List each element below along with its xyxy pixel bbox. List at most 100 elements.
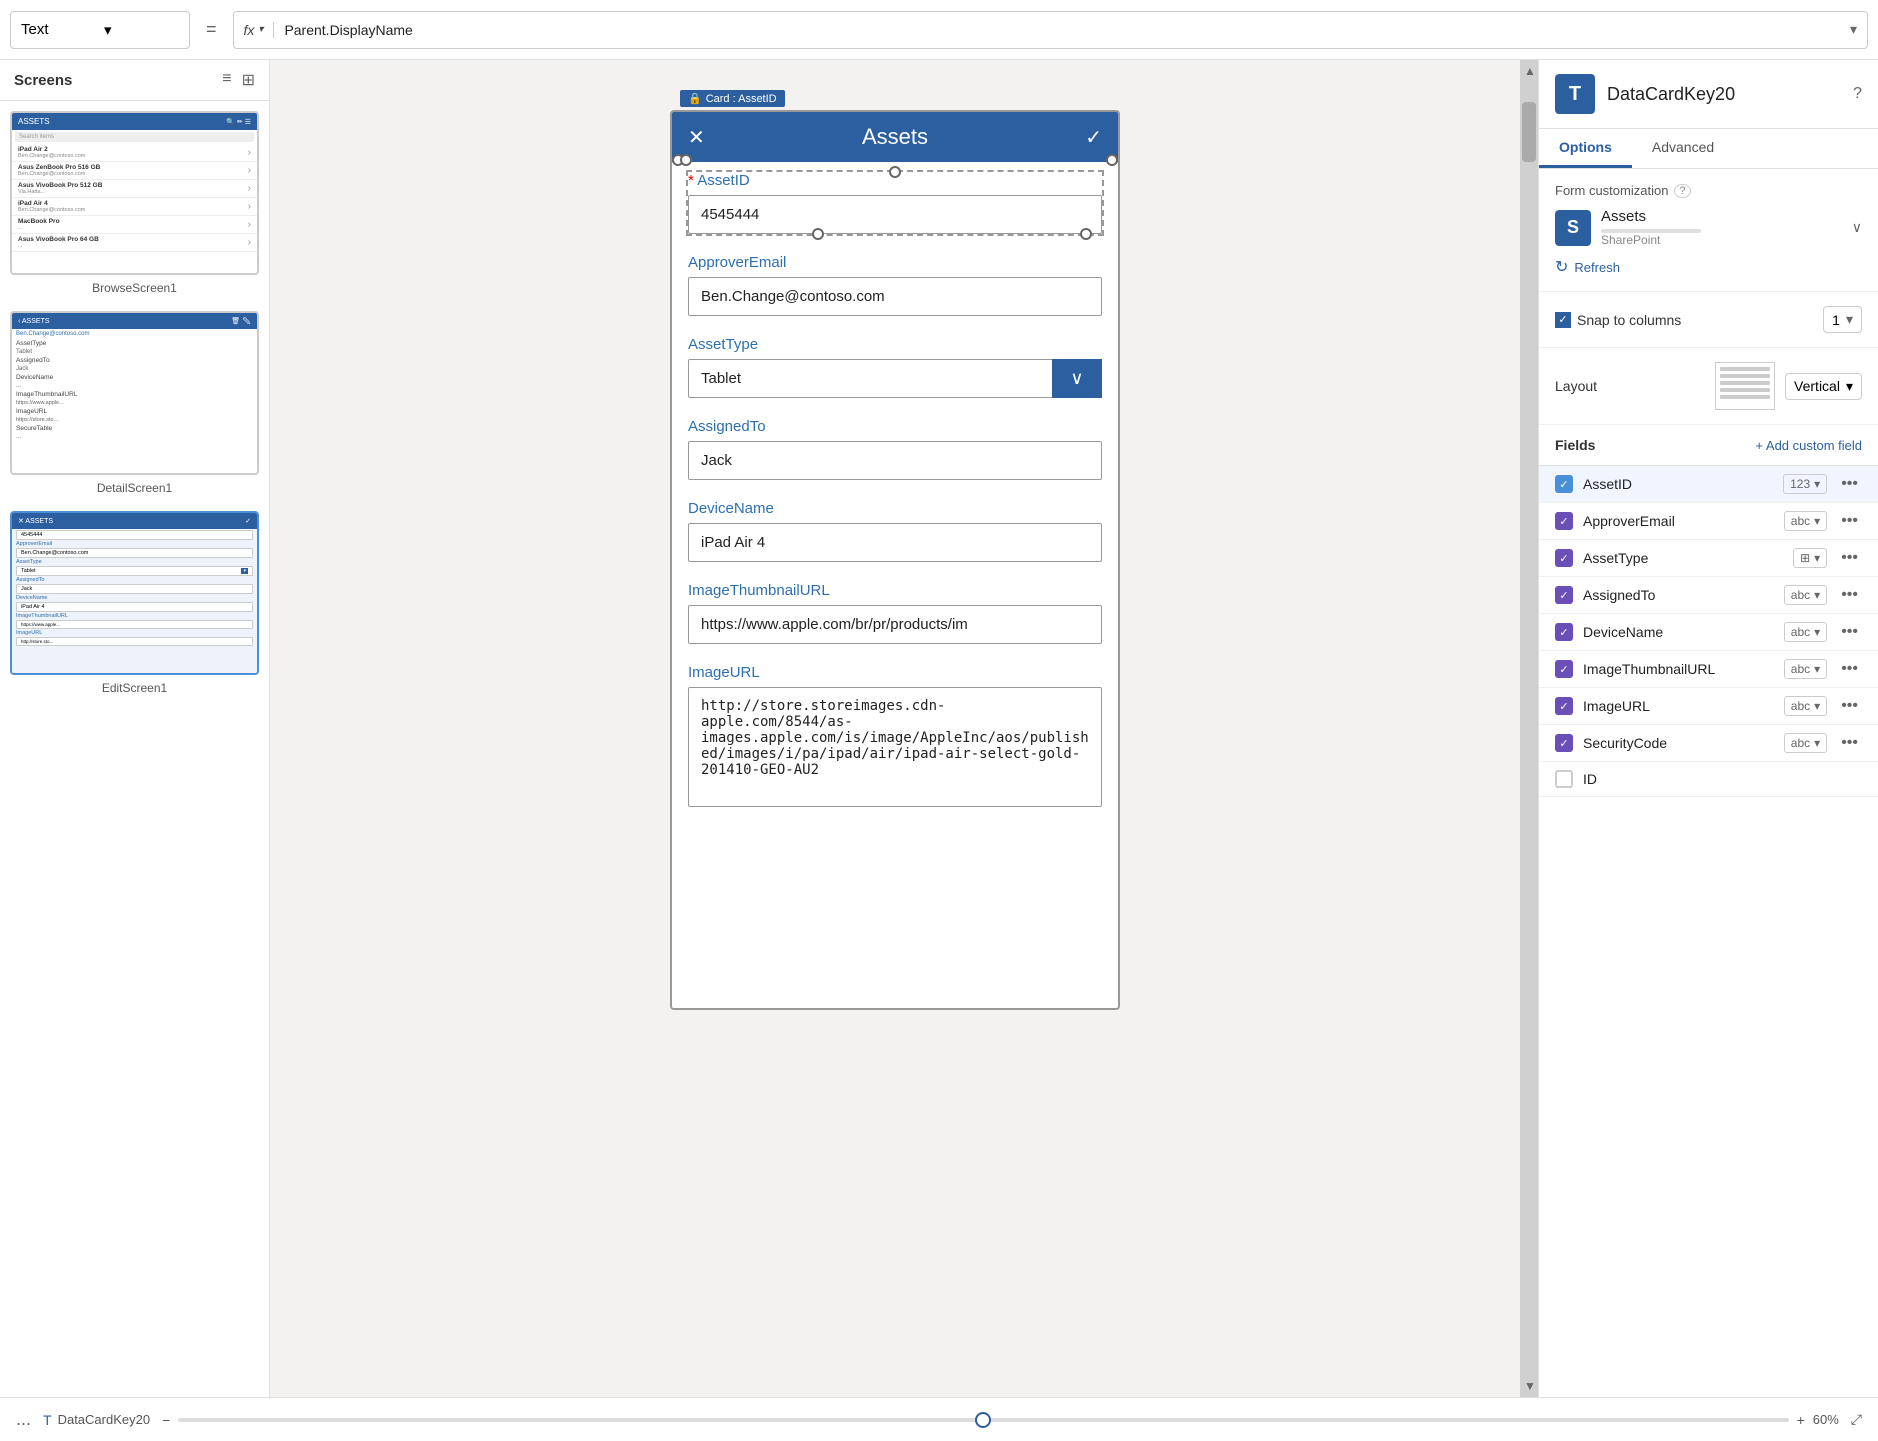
field-group-imagethumbnailurl: ImageThumbnailURL [688,582,1102,644]
form-customization-section: Form customization ? S Assets SharePoint… [1539,169,1878,292]
fields-header: Fields + Add custom field [1539,425,1878,466]
securitycode-field-type[interactable]: abc ▾ [1784,733,1827,753]
layout-line-3 [1720,381,1770,385]
field-row-approveremail[interactable]: ✓ ApproverEmail abc ▾ ••• [1539,503,1878,540]
field-row-id[interactable]: ID [1539,762,1878,797]
assettype-more-btn[interactable]: ••• [1837,549,1862,567]
tab-advanced[interactable]: Advanced [1632,129,1734,168]
detail-screen-preview[interactable]: ‹ ASSETS 🗑 ✏ Ben.Change@contoso.com Asse… [10,311,259,475]
assettype-check[interactable]: ✓ [1555,549,1573,567]
imageurl-check[interactable]: ✓ [1555,697,1573,715]
imageurl-type-arrow: ▾ [1814,699,1820,713]
field-row-imagethumbnailurl[interactable]: ✓ ImageThumbnailURL abc ▾ ••• [1539,651,1878,688]
formula-expand-arrow[interactable]: ▾ [1840,21,1867,38]
field-group-assignedto: AssignedTo [688,418,1102,480]
assettype-select[interactable]: Tablet [688,359,1102,398]
assetid-type-arrow: ▾ [1814,477,1820,491]
refresh-btn[interactable]: ↻ Refresh [1555,257,1862,277]
edit-screen-preview[interactable]: ✕ ASSETS ✓ 4545444 ApproverEmail Ben.Cha… [10,511,259,675]
layout-select[interactable]: Vertical ▾ [1785,373,1862,400]
phone-frame: ✕ Assets ✓ [670,110,1120,1010]
imageurl-textarea[interactable]: http://store.storeimages.cdn-apple.com/8… [688,687,1102,807]
devicename-input[interactable] [688,523,1102,562]
imagethumbnailurl-input[interactable] [688,605,1102,644]
vscroll-down-btn[interactable]: ▼ [1520,1375,1538,1397]
field-row-securitycode[interactable]: ✓ SecurityCode abc ▾ ••• [1539,725,1878,762]
assignedto-check[interactable]: ✓ [1555,586,1573,604]
header-x-icon[interactable]: ✕ [688,125,705,150]
grid-view-icon[interactable]: ⊞ [242,70,255,90]
assetid-check[interactable]: ✓ [1555,475,1573,493]
assignedto-label: AssignedTo [688,418,1102,435]
assettype-field-type[interactable]: ⊞ ▾ [1793,548,1827,568]
imagethumbnailurl-check[interactable]: ✓ [1555,660,1573,678]
browse-screen-label: BrowseScreen1 [10,279,259,297]
screen-item-edit: ✕ ASSETS ✓ 4545444 ApproverEmail Ben.Cha… [10,511,259,697]
field-row-assettype[interactable]: ✓ AssetType ⊞ ▾ ••• [1539,540,1878,577]
approveremail-field-type[interactable]: abc ▾ [1784,511,1827,531]
more-options-btn[interactable]: ... [16,1409,31,1430]
formula-value[interactable]: Parent.DisplayName [274,22,1840,38]
imageurl-more-btn[interactable]: ••• [1837,697,1862,715]
approveremail-input[interactable] [688,277,1102,316]
imageurl-field-type[interactable]: abc ▾ [1784,696,1827,716]
devicename-more-btn[interactable]: ••• [1837,623,1862,641]
field-row-assetid[interactable]: ✓ AssetID 123 ▾ ••• [1539,466,1878,503]
add-custom-field-btn[interactable]: + Add custom field [1755,438,1862,453]
field-row-imageurl[interactable]: ✓ ImageURL abc ▾ ••• [1539,688,1878,725]
approveremail-check[interactable]: ✓ [1555,512,1573,530]
snap-checkbox[interactable]: ✓ [1555,312,1571,328]
imagethumbnailurl-label: ImageThumbnailURL [688,582,1102,599]
browse-screen-preview[interactable]: ASSETS 🔍 ✏ ☰ Search items iPad Air 2 Ben… [10,111,259,275]
devicename-check[interactable]: ✓ [1555,623,1573,641]
datasource-name: Assets [1601,208,1842,225]
imagethumbnailurl-field-name: ImageThumbnailURL [1583,661,1774,677]
snap-checkbox-wrap[interactable]: ✓ Snap to columns [1555,312,1681,328]
assetid-input[interactable] [688,195,1102,234]
id-check[interactable] [1555,770,1573,788]
equals-sign: = [200,19,223,40]
zoom-plus-btn[interactable]: + [1797,1412,1805,1428]
assetid-more-btn[interactable]: ••• [1837,475,1862,493]
right-panel-help-icon[interactable]: ? [1853,85,1862,103]
zoom-slider[interactable] [178,1418,1788,1422]
imagethumbnailurl-field-type[interactable]: abc ▾ [1784,659,1827,679]
canvas-vscroll[interactable]: ▲ ▼ [1520,60,1538,1397]
imagethumbnailurl-type-arrow: ▾ [1814,662,1820,676]
header-check-icon[interactable]: ✓ [1085,125,1102,150]
field-row-assignedto[interactable]: ✓ AssignedTo abc ▾ ••• [1539,577,1878,614]
zoom-expand-btn[interactable]: ⤢ [1851,1411,1862,1428]
columns-select[interactable]: 1 ▾ [1823,306,1862,333]
assignedto-more-btn[interactable]: ••• [1837,586,1862,604]
vscroll-thumb[interactable] [1522,102,1536,162]
formula-type-dropdown[interactable]: Text ▾ [10,11,190,49]
assignedto-input[interactable] [688,441,1102,480]
assettype-dropdown-btn[interactable]: ∨ [1052,359,1102,398]
screen-item-browse: ASSETS 🔍 ✏ ☰ Search items iPad Air 2 Ben… [10,111,259,297]
layout-row: Layout Vertical ▾ [1555,362,1862,410]
devicename-field-type[interactable]: abc ▾ [1784,622,1827,642]
canvas-area: 🔒 Card : AssetID ✕ Assets ✓ [270,60,1520,1397]
right-tabs: Options Advanced [1539,129,1878,169]
screen-list: ASSETS 🔍 ✏ ☰ Search items iPad Air 2 Ben… [0,101,269,1397]
tab-options[interactable]: Options [1539,129,1632,168]
approveremail-more-btn[interactable]: ••• [1837,512,1862,530]
datasource-expand-arrow[interactable]: ∨ [1852,219,1862,236]
assetid-field-type[interactable]: 123 ▾ [1783,474,1827,494]
vscroll-up-btn[interactable]: ▲ [1520,60,1538,82]
zoom-thumb[interactable] [975,1412,991,1428]
securitycode-check[interactable]: ✓ [1555,734,1573,752]
form-customization-label: Form customization ? [1555,183,1862,198]
securitycode-more-btn[interactable]: ••• [1837,734,1862,752]
snap-row: ✓ Snap to columns 1 ▾ [1555,306,1862,333]
sidebar-header: Screens ≡ ⊞ [0,60,269,101]
formula-bar[interactable]: fx ▾ Parent.DisplayName ▾ [233,11,1868,49]
field-row-devicename[interactable]: ✓ DeviceName abc ▾ ••• [1539,614,1878,651]
form-customization-help[interactable]: ? [1674,184,1690,198]
columns-value: 1 [1832,312,1840,328]
list-view-icon[interactable]: ≡ [222,70,231,90]
assignedto-field-type[interactable]: abc ▾ [1784,585,1827,605]
devicename-type-arrow: ▾ [1814,625,1820,639]
imagethumbnailurl-more-btn[interactable]: ••• [1837,660,1862,678]
zoom-minus-btn[interactable]: − [162,1412,170,1428]
